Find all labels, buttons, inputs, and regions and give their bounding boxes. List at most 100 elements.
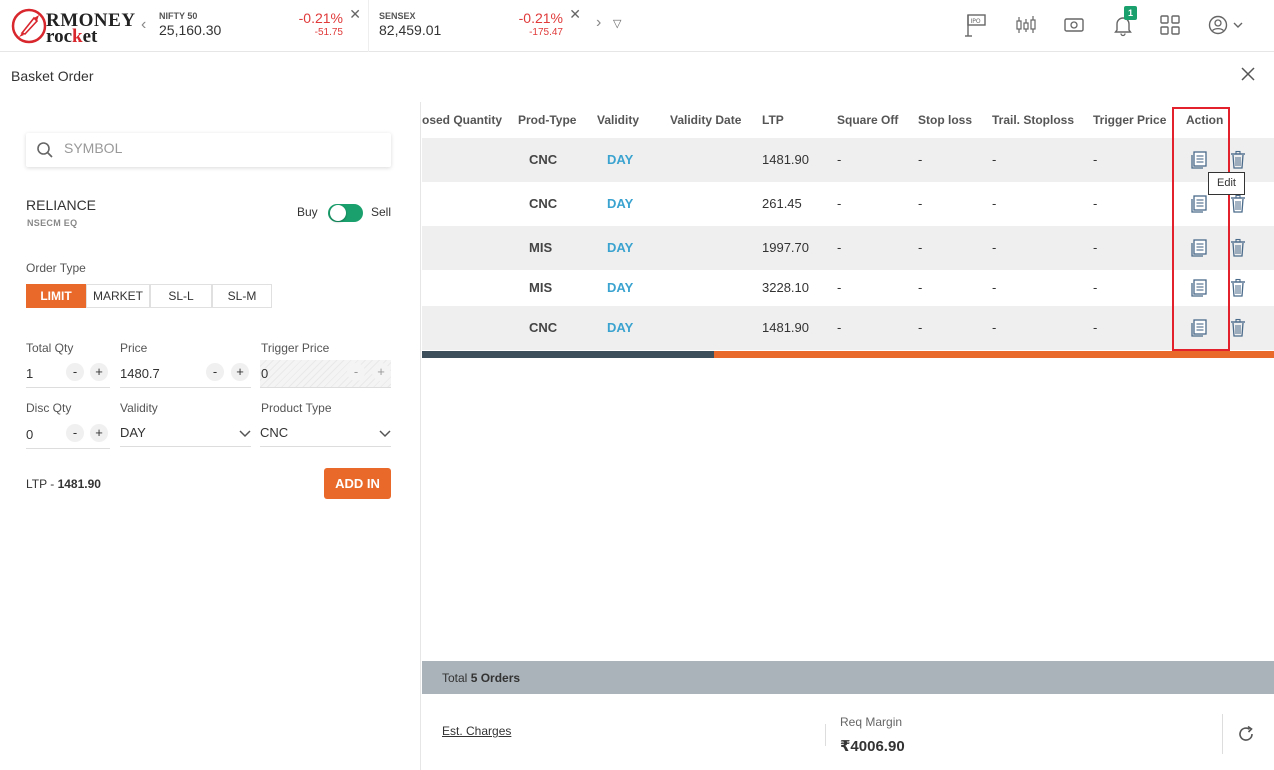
product-type-select[interactable]: CNC [260, 419, 391, 447]
order-type-market[interactable]: MARKET [86, 284, 150, 308]
ipo-icon[interactable]: IPO [962, 12, 988, 38]
total-qty-label: Total Qty [26, 341, 74, 355]
increment-button[interactable]: + [90, 363, 108, 381]
column-header: Stop loss [918, 113, 973, 127]
chevron-down-icon [239, 430, 251, 438]
price-label: Price [120, 341, 148, 355]
logo-text-bottom: rocket [46, 26, 98, 47]
order-type-limit[interactable]: LIMIT [26, 284, 86, 308]
validity-cell: DAY [607, 320, 634, 335]
action-column-highlight [1172, 107, 1230, 351]
order-summary-footer: Est. Charges Req Margin ₹4006.90 [422, 694, 1274, 770]
svg-text:IPO: IPO [971, 18, 981, 25]
validity-label: Validity [120, 401, 158, 415]
index-ticker-nifty[interactable]: NIFTY 50 25,160.30 -0.21% -51.75 ✕ [159, 6, 369, 44]
ltp-cell: 3228.10 [762, 280, 809, 295]
decrement-button[interactable]: - [66, 424, 84, 442]
basket-order-header: Basket Order [0, 52, 1274, 102]
square-off-cell: - [837, 196, 842, 211]
prod-type-cell: MIS [529, 280, 553, 295]
trigger-price-cell: - [1093, 196, 1098, 211]
grid-icon[interactable] [1157, 12, 1183, 38]
trigger-price-value: 0 [261, 366, 269, 381]
order-type-sl-l[interactable]: SL-L [150, 284, 212, 308]
rmoney-logo[interactable]: RMONEY rocket [8, 4, 136, 48]
index-name: NIFTY 50 [159, 11, 198, 21]
ltp-display: LTP - 1481.90 [26, 477, 101, 491]
divider [368, 0, 369, 52]
page-title: Basket Order [11, 68, 94, 84]
close-icon[interactable] [1240, 66, 1256, 82]
decrement-button: - [347, 363, 365, 381]
table-row: CNC DAY 1481.90 - - - - [422, 306, 1274, 350]
exchange-segment: NSECM EQ [27, 218, 78, 228]
index-percent-change: -0.21% [298, 10, 343, 26]
trigger-price-cell: - [1093, 280, 1098, 295]
column-header: Trigger Price [1093, 113, 1167, 127]
column-header: osed Quantity [422, 113, 503, 127]
index-name: SENSEX [379, 11, 416, 21]
decrement-button[interactable]: - [66, 363, 84, 381]
user-icon[interactable] [1205, 12, 1247, 38]
price-field[interactable]: 1480.7 - + [120, 360, 251, 388]
rocket-logo-icon [11, 8, 47, 44]
add-in-button[interactable]: ADD IN [324, 468, 391, 499]
close-icon[interactable]: ✕ [349, 6, 361, 23]
disc-qty-value: 0 [26, 427, 34, 442]
trigger-price-cell: - [1093, 240, 1098, 255]
validity-select[interactable]: DAY [120, 419, 251, 447]
index-ticker-sensex[interactable]: SENSEX 82,459.01 -0.21% -175.47 ✕ [379, 6, 589, 44]
delete-icon[interactable] [1229, 194, 1247, 214]
symbol-search[interactable] [26, 133, 391, 167]
total-qty-field[interactable]: 1 - + [26, 360, 110, 388]
disc-qty-field[interactable]: 0 - + [26, 421, 110, 449]
column-header: LTP [762, 113, 784, 127]
search-input[interactable] [64, 140, 364, 156]
index-change: -51.75 [314, 27, 343, 38]
search-icon [37, 142, 53, 158]
delete-icon[interactable] [1229, 278, 1247, 298]
total-qty-value: 1 [26, 366, 34, 381]
product-type-value: CNC [260, 425, 289, 440]
chevron-left-icon[interactable]: ‹ [141, 16, 146, 34]
cash-icon[interactable] [1061, 12, 1087, 38]
square-off-cell: - [837, 280, 842, 295]
refresh-icon[interactable] [1236, 724, 1256, 744]
increment-button[interactable]: + [231, 363, 249, 381]
prod-type-cell: CNC [529, 320, 558, 335]
increment-button[interactable]: + [90, 424, 108, 442]
stop-loss-cell: - [918, 320, 923, 335]
price-value: 1480.7 [120, 366, 160, 381]
chart-candle-icon[interactable] [1013, 12, 1039, 38]
stop-loss-cell: - [918, 240, 923, 255]
trail-stoploss-cell: - [992, 320, 997, 335]
stop-loss-cell: - [918, 196, 923, 211]
trail-stoploss-cell: - [992, 152, 997, 167]
table-row: CNC DAY 261.45 - - - - [422, 182, 1274, 226]
table-row: MIS DAY 1997.70 - - - - [422, 226, 1274, 270]
order-type-sl-m[interactable]: SL-M [212, 284, 272, 308]
total-orders-text: Total 5 Orders [442, 671, 521, 685]
validity-cell: DAY [607, 196, 634, 211]
ltp-cell: 1997.70 [762, 240, 809, 255]
index-value: 82,459.01 [379, 22, 442, 38]
sell-label: Sell [371, 205, 392, 219]
trigger-price-cell: - [1093, 152, 1098, 167]
caret-down-icon[interactable]: ▽ [613, 17, 621, 30]
decrement-button[interactable]: - [206, 363, 224, 381]
validity-cell: DAY [607, 152, 634, 167]
delete-icon[interactable] [1229, 318, 1247, 338]
close-icon[interactable]: ✕ [569, 6, 581, 23]
chevron-right-icon[interactable]: › [596, 14, 601, 32]
ltp-cell: 261.45 [762, 196, 802, 211]
prod-type-cell: CNC [529, 196, 558, 211]
validity-cell: DAY [607, 240, 634, 255]
est-charges-link[interactable]: Est. Charges [442, 724, 511, 738]
trigger-price-field: 0 - + [260, 360, 391, 388]
disc-qty-label: Disc Qty [26, 401, 72, 415]
delete-icon[interactable] [1229, 238, 1247, 258]
buy-sell-toggle[interactable] [328, 204, 363, 222]
square-off-cell: - [837, 152, 842, 167]
index-value: 25,160.30 [159, 22, 222, 38]
delete-icon[interactable] [1229, 150, 1247, 170]
